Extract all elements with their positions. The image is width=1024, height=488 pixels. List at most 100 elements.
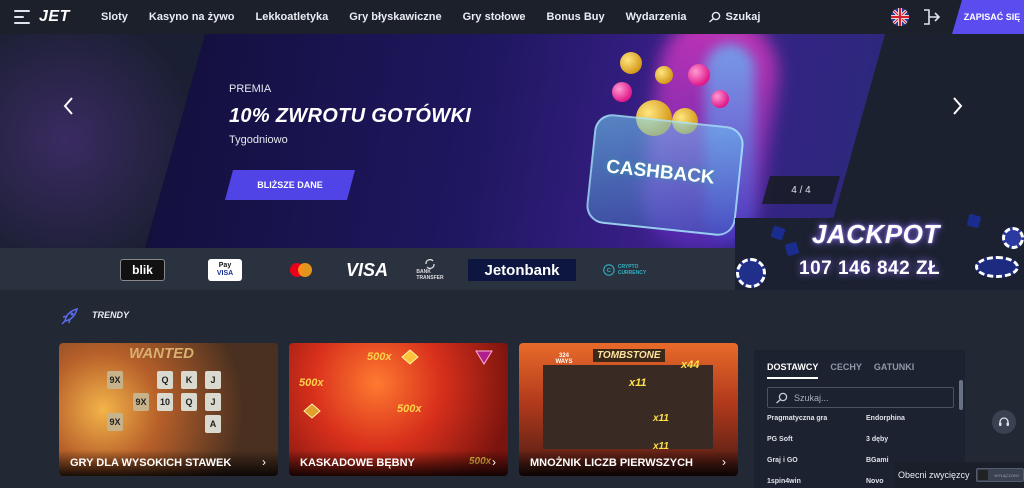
promo-subtitle: Tygodniowo xyxy=(229,134,288,146)
game-category-card[interactable]: 500x 500x 500x 500x KASKADOWE BĘBNY › xyxy=(289,343,508,476)
nav-item-live-casino[interactable]: Kasyno na żywo xyxy=(149,11,235,23)
login-icon[interactable] xyxy=(922,8,940,26)
reel-symbol: J xyxy=(205,393,221,411)
cherry-icon xyxy=(688,64,710,86)
filter-tabs: DOSTAWCY CECHY GATUNKI xyxy=(767,362,926,379)
reel-symbol: 10 xyxy=(157,393,173,411)
card-caption: MNOŻNIK LICZB PIERWSZYCH xyxy=(519,450,738,476)
casino-chip-icon xyxy=(1002,227,1024,249)
jackpot-amount: 107 146 842 ZŁ xyxy=(799,258,941,279)
promo-details-button[interactable]: BLIŻSZE DANE xyxy=(225,170,355,200)
tab-providers[interactable]: DOSTAWCY xyxy=(767,362,819,379)
nav-item-athletics[interactable]: Lekkoatletyka xyxy=(255,11,328,23)
provider-item[interactable]: 3 dęby xyxy=(866,436,888,443)
chevron-right-icon: › xyxy=(722,455,726,469)
visa-logo: VISA xyxy=(345,259,388,280)
search-icon xyxy=(708,11,720,23)
multiplier-tag: x11 xyxy=(629,377,647,389)
current-winners-bar: Obecni zwycięzcy WYŁĄCZONY xyxy=(895,462,1024,488)
reel-symbol: K xyxy=(181,371,197,389)
card-art-title: WANTED xyxy=(129,345,194,362)
logo[interactable]: JET xyxy=(39,8,70,26)
provider-item[interactable]: Novo xyxy=(866,478,884,485)
tab-features[interactable]: CECHY xyxy=(830,362,862,379)
reel-symbol: J xyxy=(205,371,221,389)
current-winners-label: Obecni zwycięzcy xyxy=(898,470,970,480)
nav-search-label: Szukaj xyxy=(725,11,761,23)
slide-counter: 4 / 4 xyxy=(762,176,840,204)
coin-icon xyxy=(620,52,642,74)
cherry-icon xyxy=(711,90,729,108)
apple-pay-label: Pay xyxy=(218,262,232,269)
game-category-card[interactable]: WANTED 9X Q K J 9X 10 9X Q J A GRY DLA W… xyxy=(59,343,278,476)
apple-pay-logo: Pay VISA xyxy=(208,259,242,281)
providers-scrollbar[interactable] xyxy=(959,380,963,410)
card-art-title: TOMBSTONE xyxy=(593,349,665,362)
bank-transfer-logo: BANK TRANSFER xyxy=(416,259,444,281)
nav-item-events[interactable]: Wydarzenia xyxy=(626,11,687,23)
promo-title: 10% ZWROTU GOTÓWKI xyxy=(229,105,472,127)
multiplier-tag: x44 xyxy=(681,359,700,371)
jetonbank-logo: Jetonbank xyxy=(468,259,576,281)
ways-tag: 324 WAYS xyxy=(555,353,573,365)
search-icon xyxy=(776,392,788,403)
reel-symbol: A xyxy=(205,415,221,433)
multiplier-tag: 500x xyxy=(397,403,422,415)
gem-icon xyxy=(303,403,321,419)
card-caption: GRY DLA WYSOKICH STAWEK xyxy=(59,450,278,476)
gem-icon xyxy=(475,350,493,365)
game-category-card[interactable]: TOMBSTONE 324 WAYS x44 x11 x11 x11 MNOŻN… xyxy=(519,343,738,476)
provider-item[interactable]: Graj i GO xyxy=(767,457,798,464)
crypto-logo: C CRYPTO CURRENCY xyxy=(603,259,655,281)
jackpot-title: JACKPOT xyxy=(812,219,940,249)
nav-search[interactable]: Szukaj xyxy=(708,11,782,23)
crypto-icon: C xyxy=(603,264,615,276)
nav-item-sloty[interactable]: Sloty xyxy=(101,11,128,23)
nav-item-instant-games[interactable]: Gry błyskawiczne xyxy=(349,11,441,23)
next-slide-arrow-icon[interactable] xyxy=(950,96,964,116)
provider-item[interactable]: BGami xyxy=(866,457,889,464)
multiplier-tag: 500x xyxy=(367,351,392,363)
coin-icon xyxy=(655,66,673,84)
main-nav: Sloty Kasyno na żywo Lekkoatletyka Gry b… xyxy=(101,0,802,34)
promo-kicker: PREMIA xyxy=(229,83,272,95)
gem-icon xyxy=(401,349,419,365)
reel-symbol: 9X xyxy=(107,371,123,389)
menu-icon[interactable] xyxy=(14,10,30,24)
casino-chip-icon xyxy=(975,256,1019,278)
support-headset-icon[interactable] xyxy=(992,410,1016,434)
bank-transfer-icon xyxy=(425,259,435,269)
nav-item-bonus-buy[interactable]: Bonus Buy xyxy=(547,11,605,23)
provider-search-field[interactable] xyxy=(767,387,954,408)
rocket-icon xyxy=(61,307,79,325)
language-flag-icon[interactable] xyxy=(891,8,909,26)
reel-frame xyxy=(543,365,713,449)
provider-item[interactable]: Endorphina xyxy=(866,415,905,422)
provider-item[interactable]: Pragmatyczna gra xyxy=(767,415,827,422)
multiplier-tag: x11 xyxy=(653,413,669,424)
provider-item[interactable]: PG Soft xyxy=(767,436,793,443)
casino-chip-icon xyxy=(736,258,766,288)
multiplier-tag: 500x xyxy=(299,377,324,389)
apple-pay-visa-label: VISA xyxy=(216,270,234,277)
crypto-label: CRYPTO CURRENCY xyxy=(617,264,647,276)
reel-symbol: 9X xyxy=(107,413,123,431)
blik-logo: blik xyxy=(120,259,165,281)
register-button[interactable]: ZAPISAĆ SIĘ xyxy=(952,0,1024,34)
reel-symbol: Q xyxy=(181,393,197,411)
provider-item[interactable]: 1spin4win xyxy=(767,478,801,485)
reel-symbol: Q xyxy=(157,371,173,389)
bank-transfer-label: BANK TRANSFER xyxy=(416,269,444,281)
previous-slide-arrow-icon[interactable] xyxy=(62,96,76,116)
mastercard-logo-icon xyxy=(288,259,314,281)
provider-search-input[interactable] xyxy=(794,392,944,403)
card-caption: KASKADOWE BĘBNY xyxy=(289,450,508,476)
nav-item-table-games[interactable]: Gry stołowe xyxy=(463,11,526,23)
trending-label: TRENDY xyxy=(92,310,130,320)
chevron-right-icon: › xyxy=(492,455,496,469)
winners-toggle[interactable]: WYŁĄCZONY xyxy=(975,468,1024,482)
reel-symbol: 9X xyxy=(133,393,149,411)
tab-genres[interactable]: GATUNKI xyxy=(874,362,914,379)
svg-text:C: C xyxy=(607,268,612,274)
cherry-icon xyxy=(612,82,632,102)
